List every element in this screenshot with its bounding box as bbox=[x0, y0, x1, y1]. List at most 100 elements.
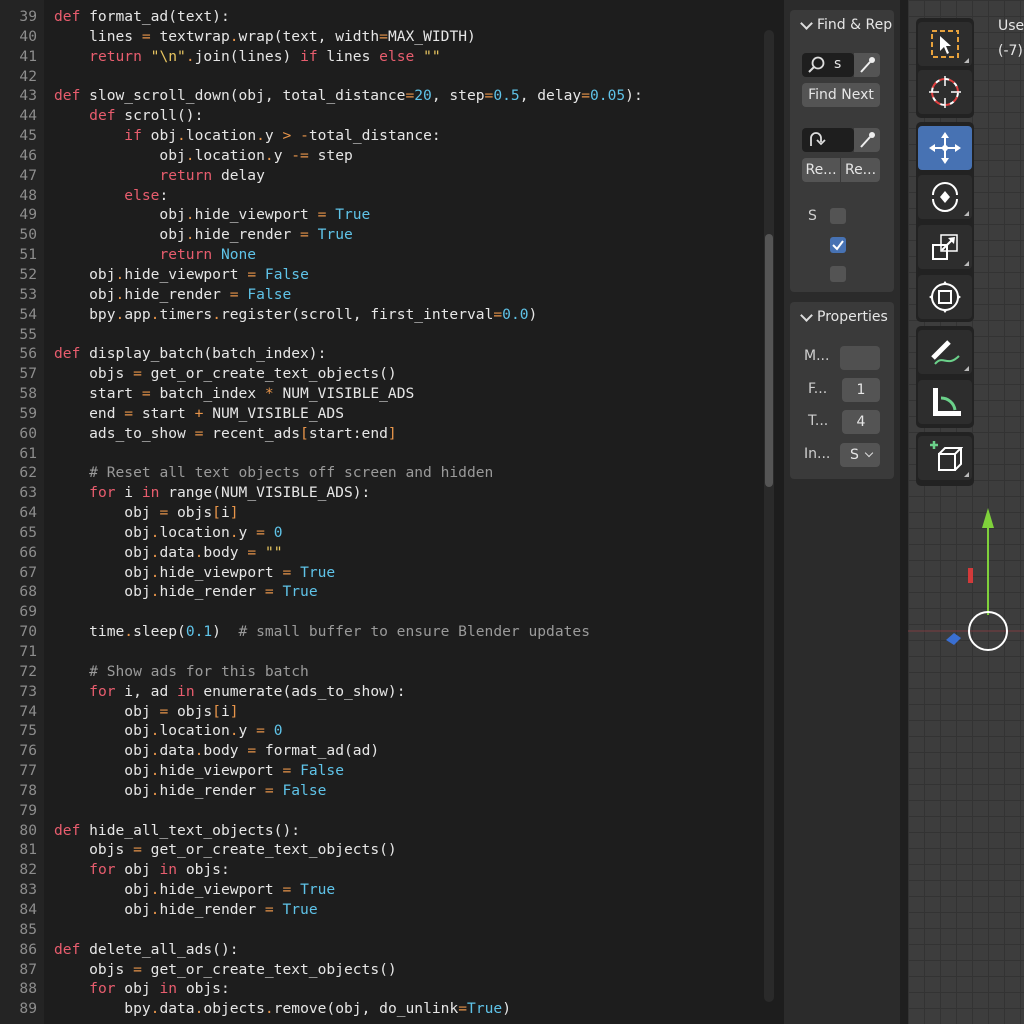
code-line[interactable]: 52 obj.hide_viewport = False bbox=[0, 265, 765, 285]
code-line[interactable]: 65 obj.location.y = 0 bbox=[0, 523, 765, 543]
find-eyedropper-button[interactable] bbox=[854, 53, 880, 77]
code-token: slow_scroll_down(obj, total_distance bbox=[80, 87, 406, 105]
replace-all-button[interactable]: Re... bbox=[841, 158, 880, 182]
code-line[interactable]: 66 obj.data.body = "" bbox=[0, 543, 765, 563]
code-line[interactable]: 83 obj.hide_viewport = True bbox=[0, 880, 765, 900]
code-line[interactable]: 76 obj.data.body = format_ad(ad) bbox=[0, 741, 765, 761]
find-replace-header[interactable]: Find & Rep bbox=[790, 10, 894, 40]
area-divider[interactable] bbox=[900, 0, 908, 1024]
code-line[interactable]: 82 for obj in objs: bbox=[0, 860, 765, 880]
selected-only-checkbox[interactable] bbox=[830, 266, 846, 282]
code-line[interactable]: 59 end = start + NUM_VISIBLE_ADS bbox=[0, 404, 765, 424]
find-next-button[interactable]: Find Next bbox=[802, 83, 880, 107]
line-number: 71 bbox=[19, 643, 37, 660]
replace-eyedropper-button[interactable] bbox=[854, 128, 880, 152]
scale-icon[interactable] bbox=[918, 225, 972, 269]
code-line[interactable]: 62 # Reset all text objects off screen a… bbox=[0, 463, 765, 483]
editor-scrollbar[interactable] bbox=[764, 30, 774, 1002]
editor-scrollbar-thumb[interactable] bbox=[765, 234, 773, 487]
code-line[interactable]: 49 obj.hide_viewport = True bbox=[0, 205, 765, 225]
code-line[interactable]: 43 def slow_scroll_down(obj, total_distan… bbox=[0, 86, 765, 106]
code-line[interactable]: 64 obj = objs[i] bbox=[0, 503, 765, 523]
code-line[interactable]: 57 objs = get_or_create_text_objects() bbox=[0, 364, 765, 384]
object-gizmo[interactable] bbox=[908, 490, 1024, 690]
code-line[interactable]: 67 obj.hide_viewport = True bbox=[0, 563, 765, 583]
code-line[interactable]: 58 start = batch_index * NUM_VISIBLE_ADS bbox=[0, 384, 765, 404]
code-token: lines bbox=[317, 47, 380, 65]
margin-toggle[interactable] bbox=[840, 346, 880, 370]
font-size-field[interactable]: 1 bbox=[842, 378, 880, 402]
code-line[interactable]: 44 def scroll(): bbox=[0, 106, 765, 126]
replace-input[interactable] bbox=[802, 128, 854, 152]
code-line[interactable]: 68 obj.hide_render = True bbox=[0, 582, 765, 602]
code-token: start:end bbox=[308, 424, 388, 442]
annotate-icon[interactable] bbox=[918, 330, 972, 374]
code-token: = bbox=[458, 1000, 468, 1018]
code-line[interactable]: 51 return None bbox=[0, 245, 765, 265]
line-number: 49 bbox=[19, 206, 37, 224]
match-case-checkbox[interactable] bbox=[830, 208, 846, 224]
margin-label: M... bbox=[804, 348, 830, 364]
code-line[interactable]: 74 obj = objs[i] bbox=[0, 702, 765, 722]
code-line[interactable]: 70 time.sleep(0.1) # small buffer to ens… bbox=[0, 622, 765, 642]
transform-icon[interactable] bbox=[918, 275, 972, 319]
code-line[interactable]: 48 else: bbox=[0, 186, 765, 206]
select-box-icon[interactable] bbox=[918, 22, 972, 66]
code-line[interactable]: 72 # Show ads for this batch bbox=[0, 662, 765, 682]
code-line[interactable]: 56 def display_batch(batch_index): bbox=[0, 344, 765, 364]
code-line[interactable]: 46 obj.location.y -= step bbox=[0, 146, 765, 166]
code-line[interactable]: 69 bbox=[0, 602, 765, 622]
3d-viewport[interactable]: Use (-7) bbox=[908, 0, 1024, 1024]
measure-icon[interactable] bbox=[918, 380, 972, 424]
code-line[interactable]: 73 for i, ad in enumerate(ads_to_show): bbox=[0, 682, 765, 702]
code-line[interactable]: 87 objs = get_or_create_text_objects() bbox=[0, 960, 765, 980]
indentation-dropdown[interactable]: S bbox=[840, 443, 880, 467]
properties-header[interactable]: Properties bbox=[790, 302, 894, 332]
move-icon[interactable] bbox=[918, 126, 972, 170]
code-line[interactable]: 81 objs = get_or_create_text_objects() bbox=[0, 840, 765, 860]
code-line[interactable]: 60 ads_to_show = recent_ads[start:end] bbox=[0, 424, 765, 444]
code-token: format_ad(ad) bbox=[256, 742, 380, 760]
code-line[interactable]: 55 bbox=[0, 325, 765, 345]
code-line[interactable]: 88 for obj in objs: bbox=[0, 979, 765, 999]
code-token: = bbox=[282, 881, 292, 899]
code-line[interactable]: 79 bbox=[0, 801, 765, 821]
code-line[interactable]: 85 bbox=[0, 920, 765, 940]
code-token: def bbox=[89, 107, 116, 125]
code-line[interactable]: 75 obj.location.y = 0 bbox=[0, 721, 765, 741]
code-line[interactable]: 63 for i in range(NUM_VISIBLE_ADS): bbox=[0, 483, 765, 503]
rotate-icon[interactable] bbox=[918, 175, 972, 219]
code-line[interactable]: 39 def format_ad(text): bbox=[0, 7, 765, 27]
code-line[interactable]: 80 def hide_all_text_objects(): bbox=[0, 821, 765, 841]
code-token: 20 bbox=[414, 87, 432, 105]
code-area[interactable]: 39 def format_ad(text): 40 lines = textwra… bbox=[0, 7, 765, 1019]
find-input[interactable]: s bbox=[802, 53, 854, 77]
code-line[interactable]: 71 bbox=[0, 642, 765, 662]
code-line[interactable]: 86 def delete_all_ads(): bbox=[0, 940, 765, 960]
cursor-icon[interactable] bbox=[918, 70, 972, 114]
code-line[interactable]: 89 bpy.data.objects.remove(obj, do_unlin… bbox=[0, 999, 765, 1019]
code-line[interactable]: 42 bbox=[0, 67, 765, 87]
code-line[interactable]: 40 lines = textwrap.wrap(text, width=MAX… bbox=[0, 27, 765, 47]
wrap-around-checkbox[interactable] bbox=[830, 237, 846, 253]
code-token: location bbox=[159, 523, 230, 541]
code-line[interactable]: 50 obj.hide_render = True bbox=[0, 225, 765, 245]
code-line[interactable]: 84 obj.hide_render = True bbox=[0, 900, 765, 920]
code-token: . bbox=[185, 47, 195, 65]
code-line[interactable]: 78 obj.hide_render = False bbox=[0, 781, 765, 801]
code-line[interactable]: 61 bbox=[0, 444, 765, 464]
code-line[interactable]: 77 obj.hide_viewport = False bbox=[0, 761, 765, 781]
code-line[interactable]: 45 if obj.location.y > -total_distance: bbox=[0, 126, 765, 146]
line-number: 72 bbox=[19, 662, 37, 680]
code-line[interactable]: 54 bpy.app.timers.register(scroll, first… bbox=[0, 305, 765, 325]
code-line[interactable]: 53 obj.hide_render = False bbox=[0, 285, 765, 305]
eyedropper-icon bbox=[860, 57, 875, 73]
add-cube-icon[interactable] bbox=[918, 436, 972, 480]
text-editor[interactable]: 39 def format_ad(text): 40 lines = textwra… bbox=[0, 0, 780, 1024]
code-line[interactable]: 41 return "\n".join(lines) if lines else… bbox=[0, 47, 765, 67]
code-line[interactable]: 47 return delay bbox=[0, 166, 765, 186]
replace-button[interactable]: Re... bbox=[802, 158, 840, 182]
tab-width-field[interactable]: 4 bbox=[842, 410, 880, 434]
